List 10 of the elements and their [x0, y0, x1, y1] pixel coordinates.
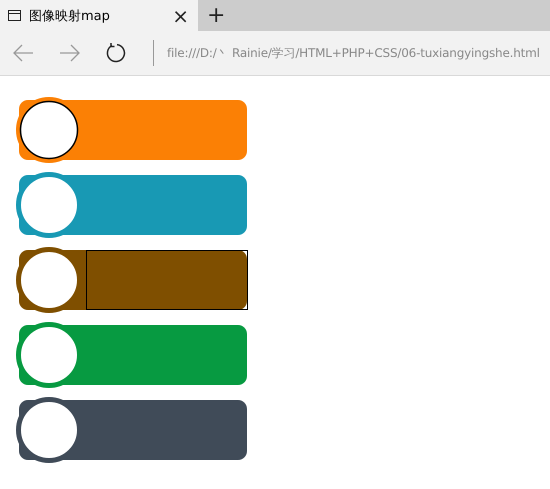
new-tab-button[interactable]: + [207, 0, 226, 31]
browser-tab[interactable]: 图像映射map × [0, 0, 198, 31]
image-map-button-drawing[interactable] [15, 397, 249, 463]
forward-button[interactable] [59, 44, 81, 62]
image-map-button-drawing[interactable] [15, 247, 249, 313]
close-tab-button[interactable]: × [172, 6, 189, 26]
back-button[interactable] [12, 44, 34, 62]
tab-title: 图像映射map [29, 8, 111, 24]
refresh-button[interactable] [105, 42, 127, 64]
window-icon [8, 10, 21, 21]
